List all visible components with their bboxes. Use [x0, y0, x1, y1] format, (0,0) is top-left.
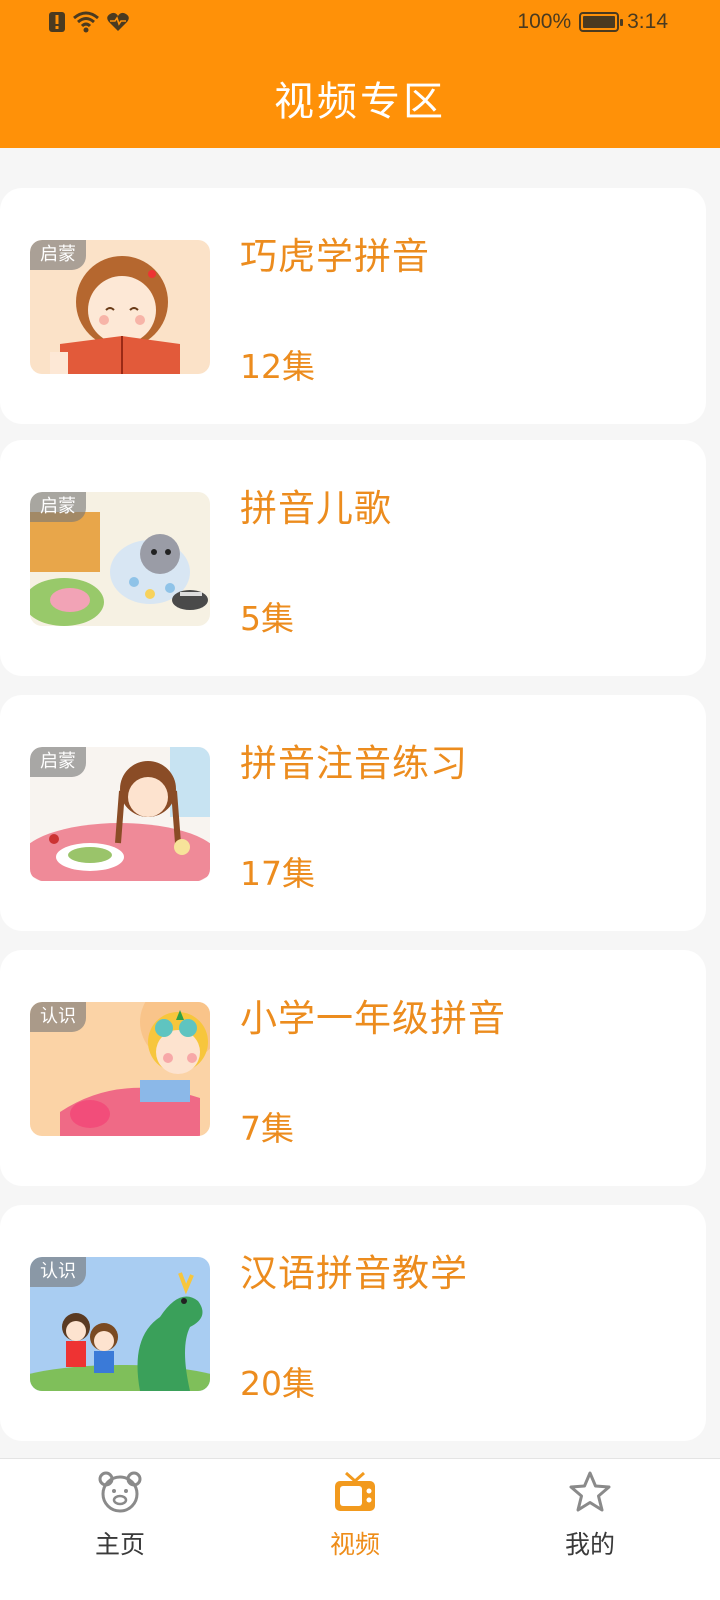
video-card[interactable]: 认识 汉语拼音教学 20集	[0, 1205, 706, 1441]
episode-count: 5集	[240, 599, 294, 638]
video-thumbnail: 认识	[30, 1002, 210, 1136]
category-tag: 启蒙	[30, 747, 86, 777]
video-title: 小学一年级拼音	[240, 997, 506, 1040]
tv-icon	[335, 1471, 375, 1511]
battery-icon	[579, 12, 624, 32]
page-title: 视频专区	[274, 79, 446, 125]
episode-count: 12集	[240, 347, 315, 386]
category-tag: 认识	[30, 1257, 86, 1287]
alert-icon	[49, 12, 65, 32]
app-bar: 视频专区	[0, 48, 720, 148]
video-card[interactable]: 认识 小学一年级拼音 7集	[0, 950, 706, 1186]
video-thumbnail: 认识	[30, 1257, 210, 1391]
status-bar: 100% 3:14	[0, 0, 720, 48]
video-thumbnail: 启蒙	[30, 492, 210, 626]
bottom-nav: 主页 视频 我的	[0, 1458, 720, 1600]
nav-label: 我的	[564, 1530, 615, 1559]
category-tag: 启蒙	[30, 492, 86, 522]
video-thumbnail: 启蒙	[30, 240, 210, 374]
star-icon	[569, 1471, 611, 1512]
video-title: 汉语拼音教学	[240, 1252, 468, 1295]
video-title: 巧虎学拼音	[240, 235, 430, 278]
nav-video[interactable]: 视频	[235, 1459, 475, 1600]
video-card[interactable]: 启蒙 拼音注音练习 17集	[0, 695, 706, 931]
episode-count: 17集	[240, 854, 315, 893]
video-title: 拼音注音练习	[240, 742, 468, 785]
nav-mine[interactable]: 我的	[470, 1459, 710, 1600]
nav-label: 视频	[329, 1530, 380, 1559]
episode-count: 7集	[240, 1109, 294, 1148]
nav-home[interactable]: 主页	[0, 1459, 240, 1600]
video-thumbnail: 启蒙	[30, 747, 210, 881]
category-tag: 启蒙	[30, 240, 86, 270]
bear-icon	[98, 1471, 142, 1513]
heart-rate-icon	[107, 12, 129, 31]
clock: 3:14	[627, 10, 668, 33]
nav-label: 主页	[94, 1530, 145, 1559]
category-tag: 认识	[30, 1002, 86, 1032]
episode-count: 20集	[240, 1364, 315, 1403]
wifi-icon	[73, 11, 99, 33]
battery-percent: 100%	[517, 10, 572, 33]
video-title: 拼音儿歌	[240, 487, 392, 530]
video-card[interactable]: 启蒙 拼音儿歌 5集	[0, 440, 706, 676]
video-card[interactable]: 启蒙 巧虎学拼音 12集	[0, 188, 706, 424]
